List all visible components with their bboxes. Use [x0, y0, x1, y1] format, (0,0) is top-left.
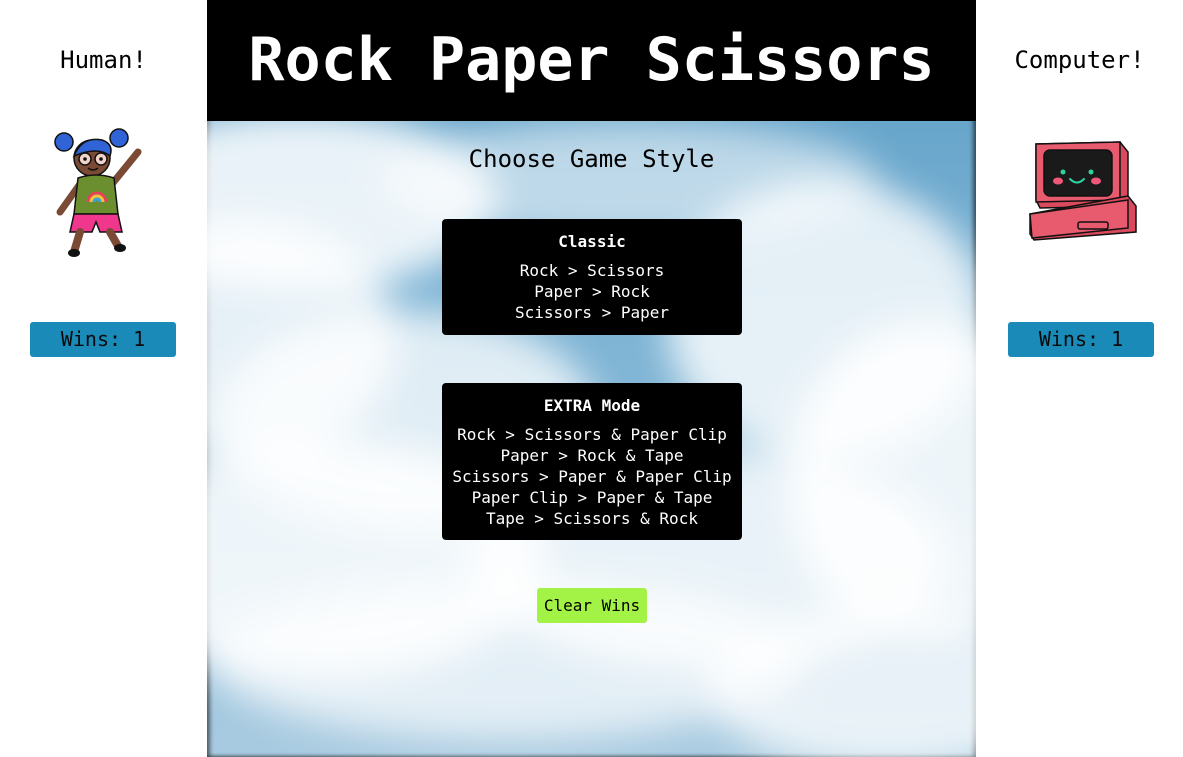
- classic-rule: Paper > Rock: [534, 282, 650, 301]
- extra-rule: Scissors > Paper & Paper Clip: [452, 467, 732, 486]
- page-title: Rock Paper Scissors: [248, 25, 935, 95]
- human-name: Human!: [60, 46, 147, 74]
- game-area: Rock Paper Scissors Choose Game Style Cl…: [207, 0, 976, 757]
- classic-rule: Rock > Scissors: [519, 261, 665, 280]
- title-bar: Rock Paper Scissors: [207, 0, 976, 121]
- human-panel: Human! Wins: 1: [0, 0, 207, 757]
- classic-mode-title: Classic: [558, 232, 626, 251]
- classic-rule: Scissors > Paper: [514, 303, 670, 322]
- human-wins-badge: Wins: 1: [30, 322, 176, 357]
- extra-mode-title: EXTRA Mode: [543, 396, 641, 415]
- choose-style-heading: Choose Game Style: [468, 145, 715, 173]
- extra-rule: Paper > Rock & Tape: [500, 446, 684, 465]
- computer-wins-badge: Wins: 1: [1008, 322, 1154, 357]
- girl-avatar-icon: [52, 128, 148, 262]
- extra-rule: Tape > Scissors & Rock: [486, 509, 698, 528]
- extra-rule: Rock > Scissors & Paper Clip: [457, 425, 727, 444]
- computer-name: Computer!: [1014, 46, 1145, 74]
- extra-rule: Paper Clip > Paper & Tape: [471, 488, 713, 507]
- clear-wins-button[interactable]: Clear Wins: [537, 588, 647, 623]
- classic-mode-card[interactable]: Classic Rock > Scissors Paper > Rock Sci…: [442, 219, 742, 335]
- computer-avatar-icon: [1028, 140, 1140, 248]
- computer-panel: Computer! Wins: 1: [976, 0, 1183, 757]
- extra-mode-card[interactable]: EXTRA Mode Rock > Scissors & Paper Clip …: [442, 383, 742, 540]
